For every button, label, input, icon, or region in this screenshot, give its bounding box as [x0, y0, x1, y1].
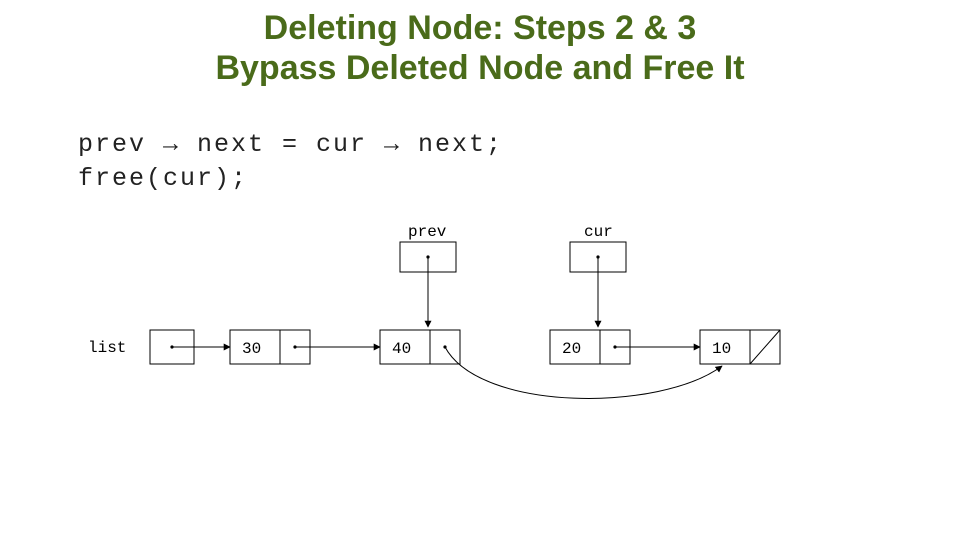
list-label: list [88, 339, 126, 357]
node-10: 10 [700, 330, 780, 364]
node-40: 40 [380, 330, 460, 364]
title-line-2: Bypass Deleted Node and Free It [215, 49, 744, 87]
code-line-1: prev → next = cur → next; [78, 130, 503, 159]
slide-title: Deleting Node: Steps 2 & 3 Bypass Delete… [0, 8, 960, 88]
title-line-1: Deleting Node: Steps 2 & 3 [264, 9, 697, 47]
linked-list-diagram: prev cur list 30 40 20 10 [60, 222, 900, 422]
cur-label: cur [584, 223, 613, 241]
svg-text:40: 40 [392, 340, 411, 358]
code-line-2: free(cur); [78, 164, 248, 193]
svg-text:20: 20 [562, 340, 581, 358]
prev-label: prev [408, 223, 447, 241]
code-block: prev → next = cur → next; free(cur); [78, 128, 503, 196]
svg-text:10: 10 [712, 340, 731, 358]
svg-text:30: 30 [242, 340, 261, 358]
